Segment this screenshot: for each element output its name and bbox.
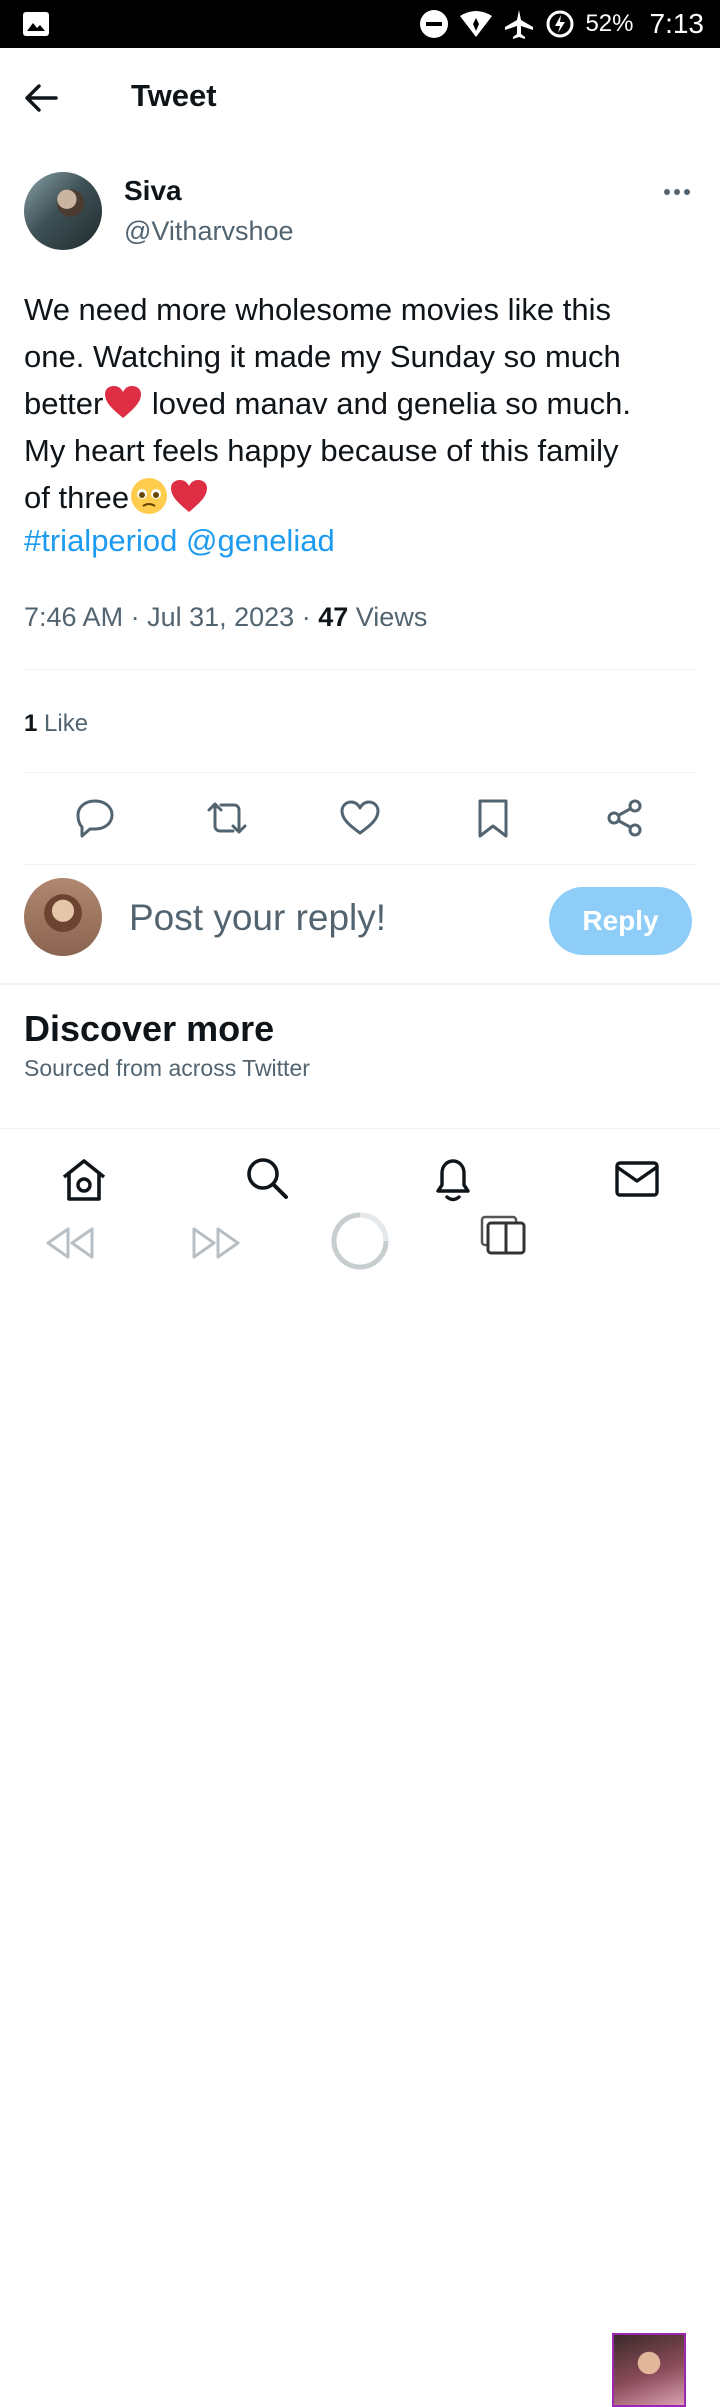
battery-percent: 52% bbox=[585, 10, 634, 37]
likes-summary[interactable]: 1 Like bbox=[24, 710, 88, 738]
likes-count: 1 bbox=[24, 710, 38, 737]
loading-circle-icon[interactable] bbox=[330, 1211, 390, 1271]
share-icon[interactable] bbox=[603, 796, 647, 840]
search-icon[interactable] bbox=[244, 1155, 290, 1201]
retweet-icon[interactable] bbox=[205, 796, 249, 840]
battery-charging-icon bbox=[546, 10, 574, 38]
current-user-avatar bbox=[24, 878, 102, 956]
fast-forward-icon[interactable] bbox=[190, 1225, 242, 1261]
reply-button[interactable]: Reply bbox=[549, 887, 692, 955]
home-icon[interactable] bbox=[60, 1157, 108, 1203]
author-name[interactable]: Siva bbox=[124, 175, 182, 207]
do-not-disturb-icon bbox=[420, 10, 449, 38]
bookmark-icon[interactable] bbox=[471, 796, 515, 840]
top-bar: Tweet bbox=[0, 48, 720, 148]
likes-label: Like bbox=[44, 710, 89, 737]
divider bbox=[24, 772, 696, 773]
page-title: Tweet bbox=[131, 78, 217, 113]
tweet-text: We need more wholesome movies like this … bbox=[24, 286, 694, 521]
tweet-time[interactable]: 7:46 AM bbox=[24, 602, 123, 632]
tweet-meta: 7:46 AM · Jul 31, 2023 · 47 Views bbox=[24, 602, 428, 632]
recent-apps-icon[interactable] bbox=[480, 1215, 528, 1255]
discover-subtitle: Sourced from across Twitter bbox=[24, 1055, 310, 1081]
image-icon bbox=[23, 12, 49, 36]
author-handle[interactable]: @Vitharvshoe bbox=[124, 216, 294, 247]
like-heart-icon[interactable] bbox=[338, 796, 382, 840]
divider bbox=[24, 669, 696, 670]
reply-icon[interactable] bbox=[73, 796, 117, 840]
rewind-icon[interactable] bbox=[44, 1225, 96, 1261]
red-heart-emoji-icon bbox=[171, 480, 208, 512]
more-options-icon[interactable] bbox=[664, 182, 694, 202]
tweet-line: My heart feels happy because of this fam… bbox=[24, 433, 619, 468]
bottom-navigation bbox=[0, 1128, 720, 2407]
tweet-line: We need more wholesome movies like this bbox=[24, 292, 611, 327]
airplane-icon bbox=[505, 10, 534, 39]
tweet-actions bbox=[0, 796, 720, 846]
notifications-bell-icon[interactable] bbox=[430, 1155, 476, 1203]
hashtag-link[interactable]: #trialperiod bbox=[24, 523, 177, 558]
views-label: Views bbox=[355, 602, 428, 632]
reply-input[interactable]: Post your reply! bbox=[129, 897, 386, 939]
floating-app-thumbnail[interactable] bbox=[612, 2333, 686, 2407]
mention-link[interactable]: @geneliad bbox=[186, 523, 335, 558]
section-divider bbox=[0, 983, 720, 985]
messages-mail-icon[interactable] bbox=[614, 1159, 660, 1199]
pleading-face-emoji-icon bbox=[131, 478, 168, 514]
tweet-date[interactable]: Jul 31, 2023 bbox=[147, 602, 294, 632]
views-count: 47 bbox=[318, 602, 349, 632]
tweet-line: better loved manav and genelia so much. bbox=[24, 386, 631, 421]
divider bbox=[24, 864, 696, 865]
back-arrow-icon[interactable] bbox=[24, 82, 60, 114]
tweet-line: one. Watching it made my Sunday so much bbox=[24, 339, 621, 374]
red-heart-emoji-icon bbox=[105, 386, 142, 418]
discover-title: Discover more bbox=[24, 1008, 275, 1049]
clock: 7:13 bbox=[649, 8, 705, 39]
author-avatar[interactable] bbox=[24, 172, 102, 250]
tweet-line: of three bbox=[24, 474, 694, 521]
status-bar: 52% 7:13 bbox=[0, 0, 720, 48]
tweet-links: #trialperiod @geneliad bbox=[24, 523, 335, 559]
wifi-icon bbox=[460, 11, 493, 37]
